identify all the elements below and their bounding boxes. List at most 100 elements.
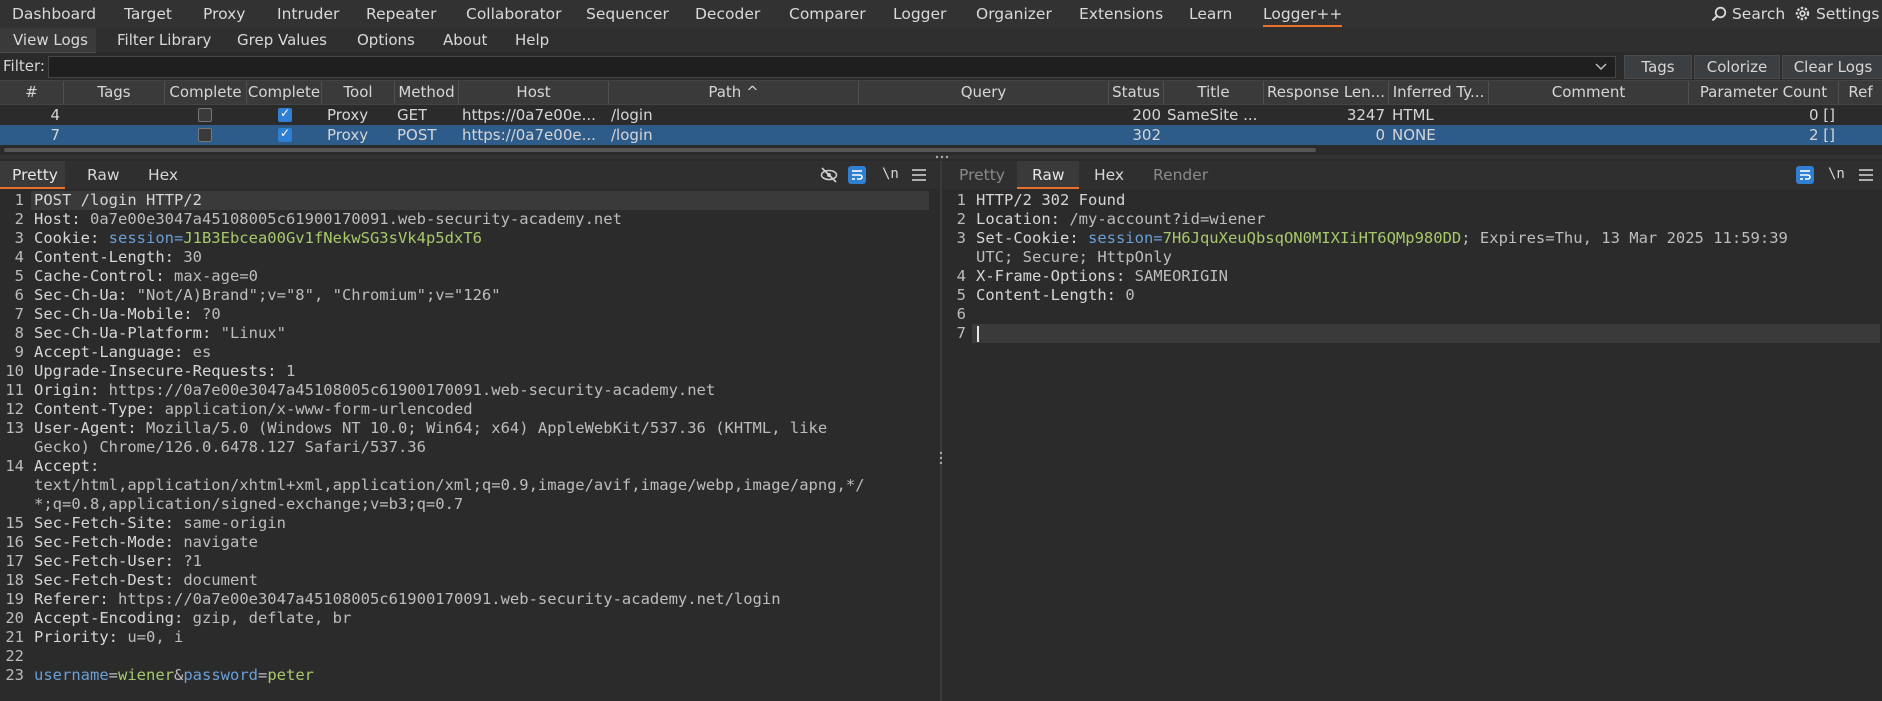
header-value: /my-account?id=wiener (1069, 210, 1266, 228)
header-name: Sec-Fetch-User: (34, 552, 184, 570)
code-line: POST /login HTTP/2 (34, 191, 865, 210)
cell-inferred-type: NONE (1392, 126, 1436, 144)
chevron-down-icon[interactable] (1595, 63, 1607, 71)
col-response-length[interactable]: Response Len... (1264, 81, 1389, 104)
filter-input[interactable] (48, 56, 1616, 78)
tab-view-logs[interactable]: View Logs (13, 31, 88, 49)
col-ref[interactable]: Ref (1839, 81, 1882, 104)
cell-title: SameSite ... (1167, 106, 1258, 124)
request-tab-raw[interactable]: Raw (87, 166, 120, 184)
line-number: 13 (5, 419, 24, 437)
col-parameter-count[interactable]: Parameter Count (1689, 81, 1839, 104)
col-complete-2[interactable]: Complete (247, 81, 322, 104)
colorize-button[interactable]: Colorize (1694, 55, 1780, 79)
pane-splitter[interactable] (0, 155, 1882, 159)
col-tags[interactable]: Tags (64, 81, 165, 104)
line-number: 1 (14, 191, 24, 209)
nav-proxy[interactable]: Proxy (203, 5, 245, 23)
wrap-icon[interactable] (848, 166, 866, 184)
request-editor[interactable]: POST /login HTTP/2 Host: 0a7e00e3047a4510… (34, 191, 865, 685)
tab-options[interactable]: Options (357, 31, 415, 49)
cell-title (1167, 125, 1261, 145)
complete-checkbox-checked[interactable] (278, 106, 292, 122)
line-number: 6 (14, 286, 24, 304)
newline-toggle[interactable]: \n (1828, 166, 1845, 182)
header-value: session= (108, 229, 184, 247)
tab-about[interactable]: About (443, 31, 487, 49)
response-tab-hex[interactable]: Hex (1094, 166, 1124, 184)
header-name: Location: (976, 210, 1070, 228)
nav-sequencer[interactable]: Sequencer (586, 5, 669, 23)
settings-button[interactable]: Settings (1794, 5, 1880, 23)
table-row-selected[interactable]: 7 Proxy POST https://0a7e00e... /login 3… (0, 125, 1882, 145)
tags-button[interactable]: Tags (1624, 55, 1692, 79)
complete-checkbox[interactable] (198, 128, 212, 142)
col-query[interactable]: Query (859, 81, 1109, 104)
nav-intruder[interactable]: Intruder (277, 5, 339, 23)
search-button[interactable]: Search (1711, 5, 1785, 23)
table-row[interactable]: 4 Proxy GET https://0a7e00e... /login 20… (0, 105, 1882, 125)
header-value: UTC; Secure; HttpOnly (976, 248, 1172, 266)
cell-parameter-count: 0 [] (1808, 106, 1835, 124)
header-value: document (183, 571, 258, 589)
request-pane: Pretty Raw Hex \n 1 2 3 4 5 6 7 8 9 10 11 12 13 14 15 1… (0, 161, 940, 701)
line-number: 4 (956, 267, 966, 285)
nav-learn[interactable]: Learn (1189, 5, 1232, 23)
line-number: 5 (14, 267, 24, 285)
nav-decoder[interactable]: Decoder (695, 5, 760, 23)
col-method[interactable]: Method (395, 81, 459, 104)
nav-organizer[interactable]: Organizer (976, 5, 1052, 23)
col-host[interactable]: Host (459, 81, 609, 104)
col-title[interactable]: Title (1164, 81, 1264, 104)
response-tab-pretty[interactable]: Pretty (959, 166, 1005, 184)
tab-help[interactable]: Help (515, 31, 549, 49)
col-tool[interactable]: Tool (322, 81, 395, 104)
col-path[interactable]: Path ^ (609, 81, 859, 104)
clear-logs-button[interactable]: Clear Logs (1782, 55, 1882, 79)
complete-checkbox[interactable] (198, 108, 212, 122)
nav-extensions[interactable]: Extensions (1079, 5, 1163, 23)
line-number: 7 (956, 324, 966, 342)
line-number (0, 476, 24, 495)
code-line: Upgrade-Insecure-Requests: 1 (34, 362, 865, 381)
request-tab-hex[interactable]: Hex (148, 166, 178, 184)
col-inferred-type[interactable]: Inferred Ty... (1389, 81, 1489, 104)
line-number: 5 (956, 286, 966, 304)
nav-collaborator[interactable]: Collaborator (466, 5, 562, 23)
nav-dashboard[interactable]: Dashboard (12, 5, 96, 23)
menu-icon[interactable] (912, 169, 926, 181)
response-editor[interactable]: HTTP/2 302 Found Location: /my-account?id… (976, 191, 1788, 343)
cell-path: /login (611, 106, 653, 124)
wrap-icon[interactable] (1796, 166, 1814, 184)
col-status[interactable]: Status (1109, 81, 1164, 104)
cell-method: POST (397, 126, 437, 144)
newline-toggle[interactable]: \n (882, 166, 899, 182)
nav-comparer[interactable]: Comparer (789, 5, 866, 23)
line-number: 6 (956, 305, 966, 323)
col-complete-1[interactable]: Complete (165, 81, 247, 104)
tab-filter-library[interactable]: Filter Library (117, 31, 211, 49)
nav-loggerplusplus[interactable]: Logger++ (1263, 5, 1343, 27)
header-name: Priority: (34, 628, 128, 646)
nav-target[interactable]: Target (124, 5, 172, 23)
menu-icon[interactable] (1859, 169, 1873, 181)
header-value: https://0a7e00e3047a45108005c61900170091… (108, 381, 716, 399)
eye-off-icon[interactable] (820, 167, 838, 183)
nav-repeater[interactable]: Repeater (366, 5, 436, 23)
request-tab-pretty[interactable]: Pretty (12, 166, 58, 184)
cell-tool: Proxy (327, 126, 369, 144)
horizontal-scrollbar[interactable] (4, 148, 1316, 152)
col-comment[interactable]: Comment (1489, 81, 1689, 104)
response-tab-raw[interactable]: Raw (1032, 166, 1065, 184)
header-name: Cache-Control: (34, 267, 174, 285)
col-number[interactable]: # (0, 81, 64, 104)
tab-grep-values[interactable]: Grep Values (237, 31, 327, 49)
header-value: "Not/A)Brand";v="8", "Chromium";v="126" (136, 286, 501, 304)
header-name: Origin: (34, 381, 109, 399)
code-line: Accept: (34, 457, 865, 476)
nav-logger[interactable]: Logger (893, 5, 946, 23)
header-value: ?1 (183, 552, 202, 570)
response-tab-render[interactable]: Render (1153, 166, 1208, 184)
line-number: 4 (14, 248, 24, 266)
complete-checkbox-checked[interactable] (278, 126, 292, 142)
